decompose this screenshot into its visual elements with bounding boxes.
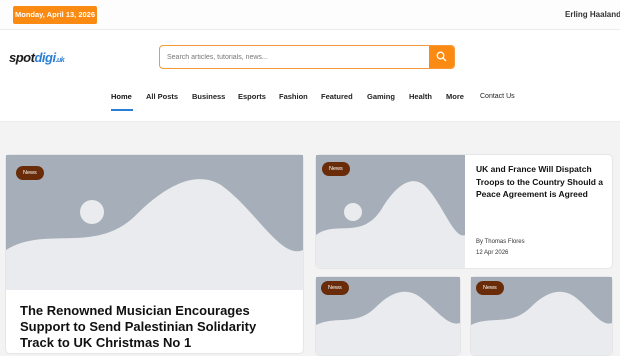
nav-item-all-posts[interactable]: All Posts (146, 92, 178, 101)
logo-text-domain: .uk (55, 57, 65, 64)
logo-text-primary: spot (9, 50, 35, 65)
image-placeholder-icon (6, 155, 303, 290)
featured-article-title[interactable]: The Renowned Musician Encourages Support… (20, 303, 290, 351)
side-article-author[interactable]: By Thomas Flores (476, 239, 525, 245)
news-ticker: Erling Haaland In (0, 0, 620, 30)
ticker-headline[interactable]: Erling Haaland In (565, 10, 620, 19)
nav-item-health[interactable]: Health (409, 92, 432, 101)
search-bar (159, 45, 455, 69)
nav-item-contact-us[interactable]: Contact Us (480, 93, 515, 100)
nav-item-gaming[interactable]: Gaming (367, 92, 395, 101)
featured-category-tag[interactable]: News (16, 166, 44, 180)
small-card-tag[interactable]: News (321, 281, 349, 295)
search-button[interactable] (429, 46, 454, 68)
nav-item-home[interactable]: Home (111, 92, 132, 101)
nav-item-more[interactable]: More (446, 92, 464, 101)
side-article-date: 12 Apr 2026 (476, 250, 509, 256)
top-bar: Monday, April 13, 2026 Erling Haaland In (0, 0, 620, 30)
search-icon (436, 51, 447, 62)
nav-item-fashion[interactable]: Fashion (279, 92, 308, 101)
nav-item-business[interactable]: Business (192, 92, 225, 101)
nav-item-esports[interactable]: Esports (238, 92, 266, 101)
featured-image-placeholder (6, 155, 303, 290)
logo-text-accent: digi (34, 50, 56, 65)
nav-active-indicator (111, 109, 133, 111)
side-category-tag[interactable]: News (322, 162, 350, 176)
search-input[interactable] (167, 50, 427, 65)
nav-item-featured[interactable]: Featured (321, 92, 353, 101)
side-article-title[interactable]: UK and France Will Dispatch Troops to th… (476, 163, 604, 201)
main-nav: Home All Posts Business Esports Fashion … (0, 82, 620, 122)
site-header: spotdigi.uk (0, 30, 620, 82)
site-logo[interactable]: spotdigi.uk (9, 50, 65, 65)
small-card-tag[interactable]: News (476, 281, 504, 295)
